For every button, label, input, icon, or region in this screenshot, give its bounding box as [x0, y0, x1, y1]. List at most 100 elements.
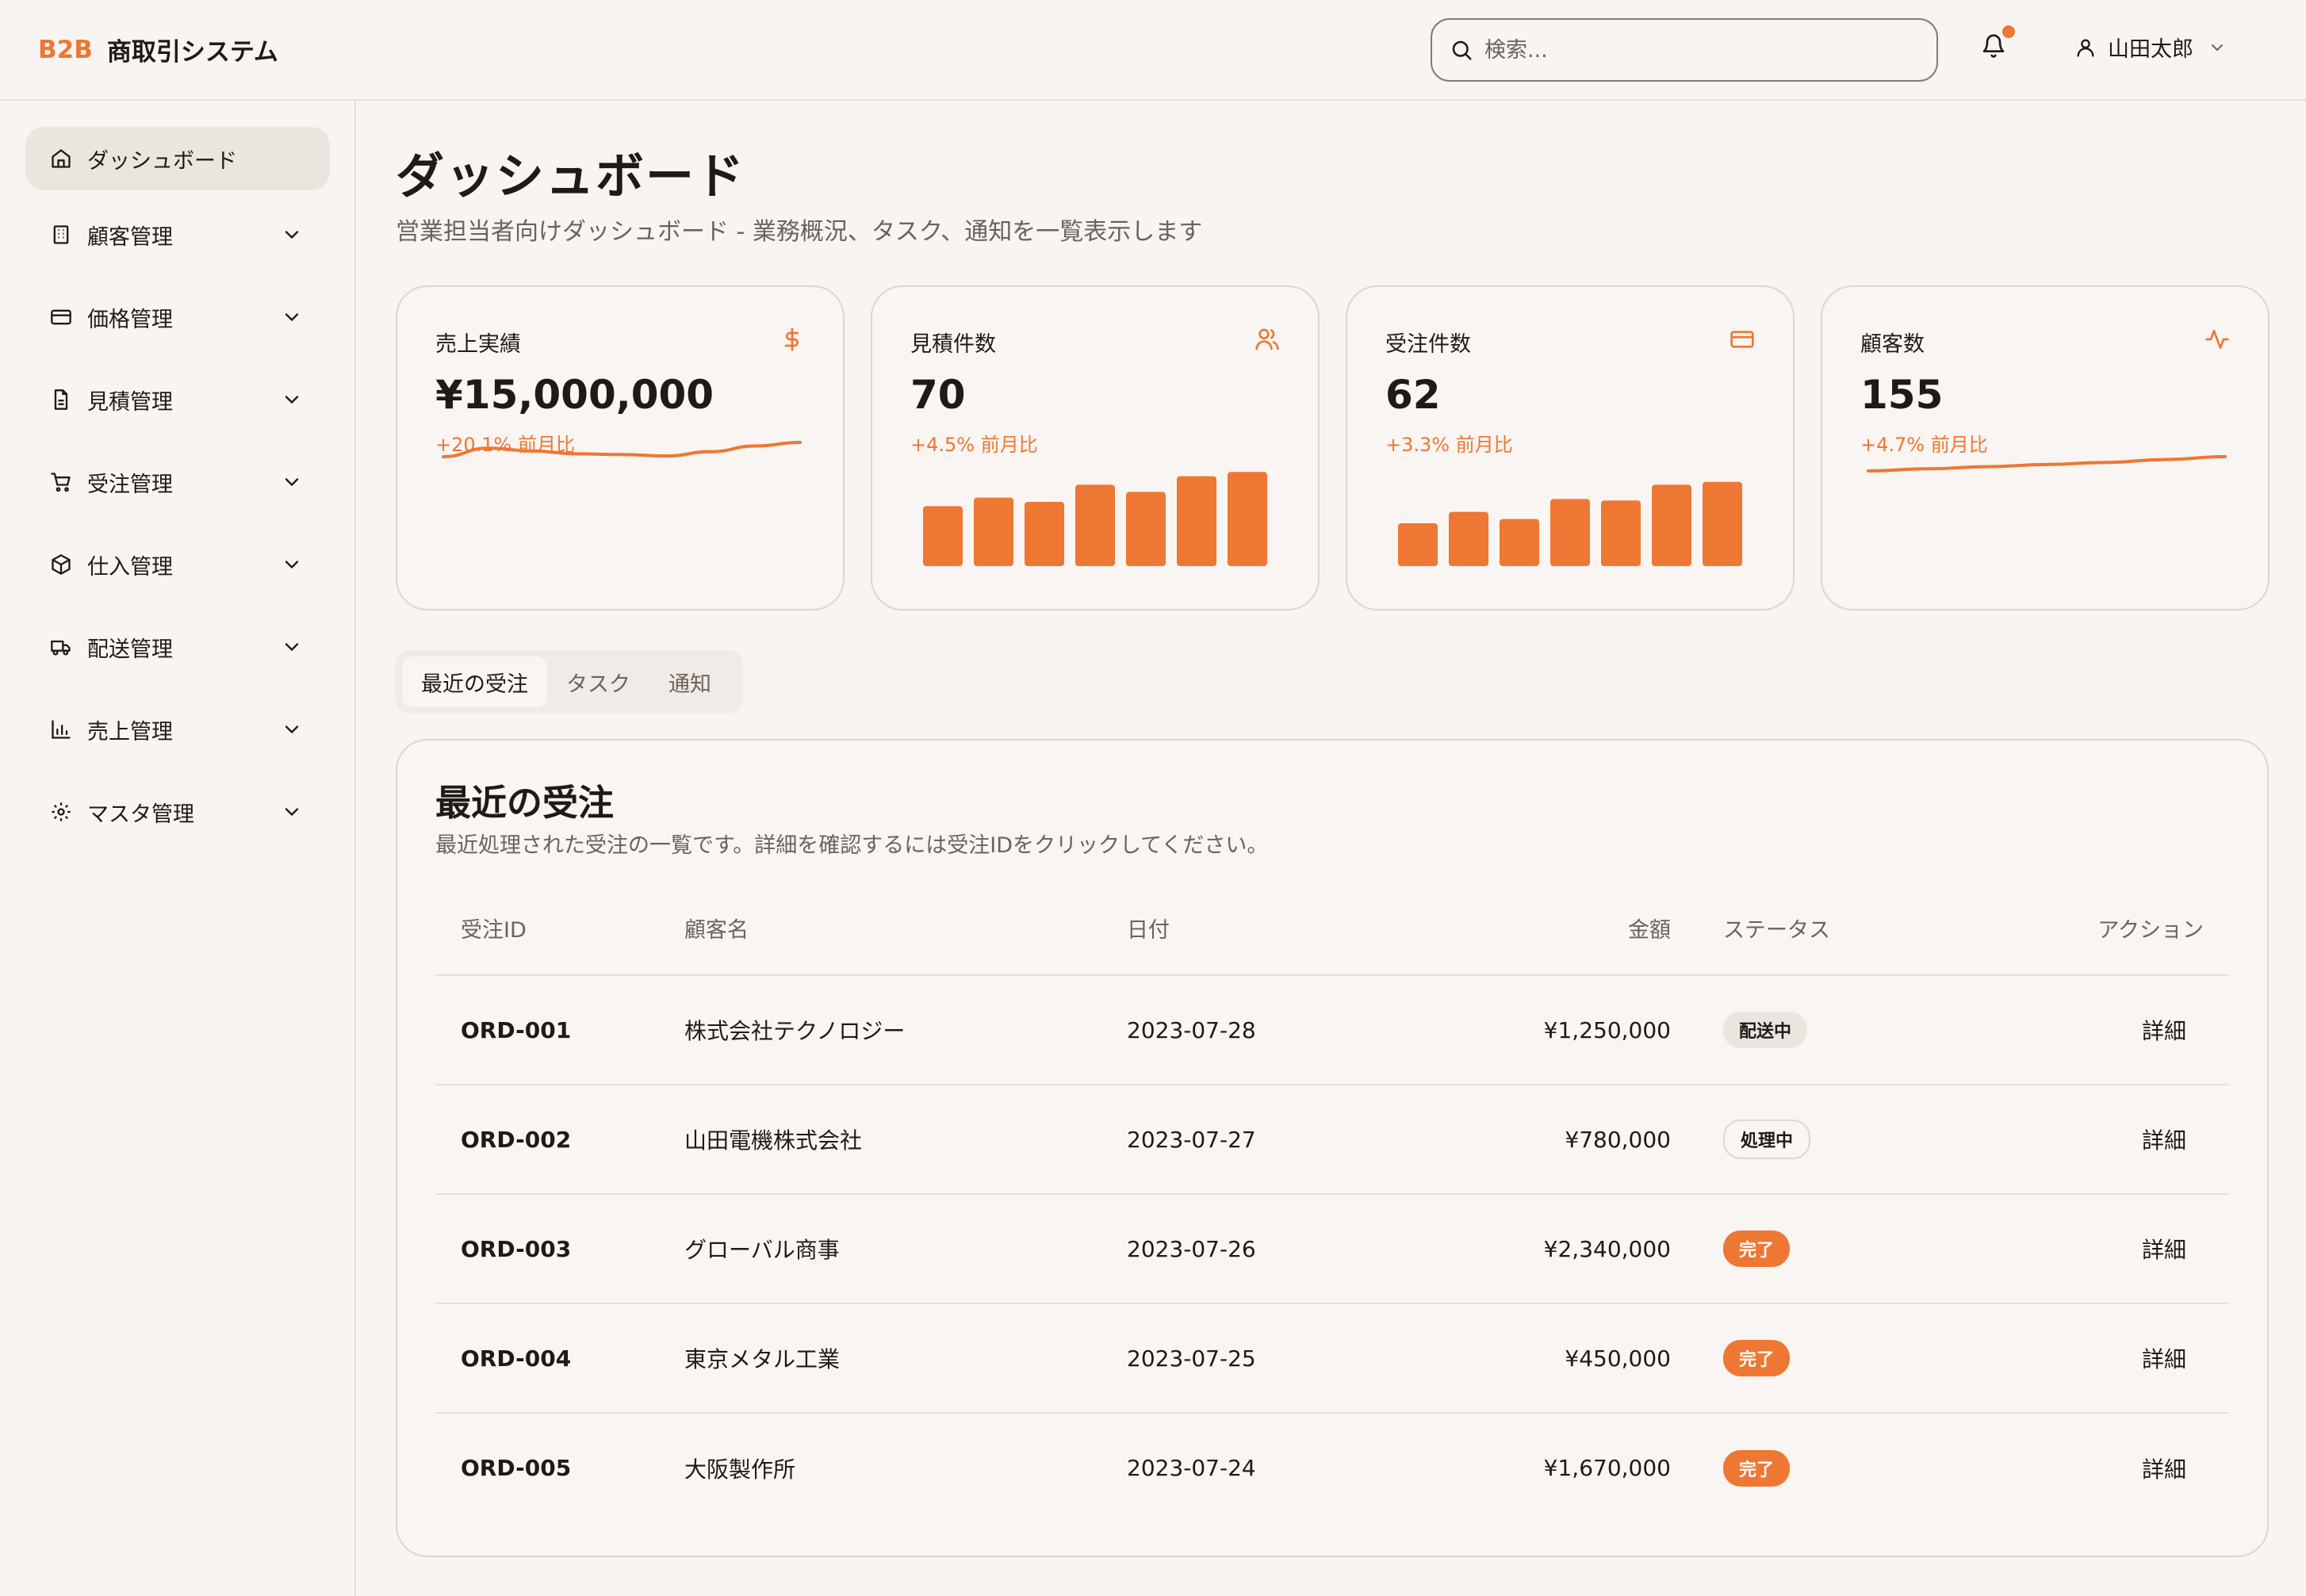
sidebar-item-label: 顧客管理 [87, 224, 173, 250]
bar-chart-icon [49, 718, 73, 741]
chevron-down-icon[interactable] [281, 553, 303, 576]
package-icon [49, 553, 73, 576]
table-row: ORD-005 大阪製作所 2023-07-24 ¥1,670,000 完了 詳… [435, 1413, 2229, 1522]
column-header: アクション [1996, 882, 2229, 976]
sidebar-item-label: 売上管理 [87, 719, 173, 744]
chevron-down-icon[interactable] [281, 636, 303, 658]
chart-bar [1550, 499, 1590, 566]
order-id-link[interactable]: ORD-005 [435, 1413, 684, 1522]
order-id-link[interactable]: ORD-002 [435, 1085, 684, 1195]
chevron-down-icon[interactable] [281, 388, 303, 411]
customer-name: 大阪製作所 [684, 1456, 796, 1483]
column-header[interactable]: 受注ID [435, 882, 684, 976]
sidebar-item-customers[interactable]: 顧客管理 [25, 203, 330, 266]
brand-prefix: B2B [38, 35, 93, 64]
chevron-down-icon[interactable] [281, 718, 303, 741]
sidebar-item-pricing[interactable]: 価格管理 [25, 285, 330, 349]
order-id-link[interactable]: ORD-001 [435, 975, 684, 1085]
table-row: ORD-001 株式会社テクノロジー 2023-07-28 ¥1,250,000… [435, 975, 2229, 1085]
detail-button[interactable]: 詳細 [2142, 1346, 2186, 1372]
user-menu[interactable]: 山田太郎 [2074, 32, 2227, 63]
brand-name: 商取引システム [106, 38, 278, 67]
detail-button[interactable]: 詳細 [2142, 1237, 2186, 1263]
main-content: ダッシュボード 営業担当者向けダッシュボード - 業務概況、タスク、通知を一覧表… [358, 101, 2306, 1596]
cart-icon [49, 470, 73, 494]
sidebar-item-sales[interactable]: 売上管理 [25, 698, 330, 761]
table-row: ORD-002 山田電機株式会社 2023-07-27 ¥780,000 処理中… [435, 1085, 2229, 1195]
order-amount: ¥1,670,000 [1543, 1455, 1671, 1481]
detail-button[interactable]: 詳細 [2142, 1018, 2186, 1044]
brand-logo[interactable]: B2B 商取引システム [38, 32, 278, 67]
tab-notifications[interactable]: 通知 [649, 656, 730, 707]
chart-bar [1703, 481, 1742, 566]
detail-button[interactable]: 詳細 [2142, 1456, 2186, 1483]
status-badge: 配送中 [1723, 1012, 1808, 1048]
search-icon [1452, 40, 1472, 60]
status-badge: 処理中 [1723, 1119, 1811, 1159]
sidebar-item-label: 見積管理 [87, 389, 173, 415]
truck-icon [49, 635, 73, 659]
search-box[interactable] [1431, 18, 1938, 82]
column-header[interactable]: 顧客名 [684, 882, 1127, 976]
detail-button[interactable]: 詳細 [2142, 1127, 2186, 1154]
bar-chart [923, 472, 1267, 566]
sidebar: ダッシュボード 顧客管理 価格管理 見積管理 受注管理 仕入管理 配送管理 売上… [0, 101, 356, 1596]
top-bar: B2B 商取引システム 山田太郎 [0, 0, 2306, 101]
customer-name: 株式会社テクノロジー [684, 975, 1127, 1085]
page-title: ダッシュボード [396, 148, 746, 205]
order-date: 2023-07-24 [1127, 1455, 1256, 1481]
sidebar-item-dashboard[interactable]: ダッシュボード [25, 127, 330, 190]
column-header[interactable]: ステータス [1671, 882, 1996, 976]
sidebar-item-quotes[interactable]: 見積管理 [25, 368, 330, 431]
user-name: 山田太郎 [2108, 37, 2193, 62]
order-id-link[interactable]: ORD-004 [435, 1303, 684, 1414]
order-date: 2023-07-25 [1127, 1303, 1404, 1414]
chevron-down-icon[interactable] [281, 306, 303, 328]
status-badge: 完了 [1723, 1449, 1791, 1487]
credit-card-icon [49, 305, 73, 329]
chart-bar [1500, 519, 1539, 566]
sidebar-item-label: 仕入管理 [87, 554, 173, 580]
status-badge: 完了 [1723, 1340, 1791, 1376]
building-icon [49, 223, 73, 247]
kpi-card-sales: 売上実績 ¥15,000,000 +20.1% 前月比 [396, 285, 845, 610]
notifications-button[interactable] [1981, 25, 2015, 65]
page-subtitle: 営業担当者向けダッシュボード - 業務概況、タスク、通知を一覧表示します [396, 218, 1203, 246]
order-id-link[interactable]: ORD-003 [435, 1194, 684, 1304]
chart-bar [974, 497, 1013, 566]
chevron-down-icon[interactable] [281, 801, 303, 823]
sidebar-item-delivery[interactable]: 配送管理 [25, 615, 330, 679]
chart-bar [923, 506, 963, 566]
order-date: 2023-07-27 [1127, 1085, 1404, 1195]
sidebar-item-purchasing[interactable]: 仕入管理 [25, 533, 330, 596]
status-badge: 完了 [1723, 1230, 1791, 1267]
sidebar-item-orders[interactable]: 受注管理 [25, 450, 330, 514]
gear-icon [49, 800, 73, 824]
customer-name: グローバル商事 [684, 1194, 1127, 1304]
tab-tasks[interactable]: タスク [547, 656, 649, 707]
table-row: ORD-003 グローバル商事 2023-07-26 ¥2,340,000 完了… [435, 1194, 2229, 1304]
column-header[interactable]: 日付 [1127, 882, 1404, 976]
sidebar-item-master[interactable]: マスタ管理 [25, 780, 330, 844]
order-amount: ¥2,340,000 [1404, 1194, 1671, 1304]
search-input[interactable] [1484, 37, 1929, 63]
sidebar-item-label: ダッシュボード [87, 148, 237, 174]
chart-bar [1228, 472, 1267, 566]
bell-icon [1982, 34, 2005, 58]
orders-table: 受注ID 顧客名 日付 金額 ステータス アクション ORD-001 株式会社テ… [435, 882, 2229, 1522]
chevron-down-icon[interactable] [281, 471, 303, 493]
order-amount: ¥1,250,000 [1404, 975, 1671, 1085]
order-date: 2023-07-28 [1127, 975, 1404, 1085]
kpi-card-orders: 受注件数 62 +3.3% 前月比 [1346, 285, 1795, 610]
chevron-down-icon [2212, 44, 2223, 51]
tab-recent-orders[interactable]: 最近の受注 [402, 656, 547, 707]
order-amount: ¥450,000 [1404, 1303, 1671, 1414]
user-icon [2077, 39, 2094, 57]
chart-bar [1025, 502, 1064, 566]
chevron-down-icon[interactable] [281, 224, 303, 246]
document-icon [49, 388, 73, 411]
customer-name: 山田電機株式会社 [684, 1085, 1127, 1195]
chart-bar [1177, 476, 1216, 566]
column-header[interactable]: 金額 [1404, 882, 1671, 976]
sidebar-item-label: 配送管理 [87, 637, 173, 662]
